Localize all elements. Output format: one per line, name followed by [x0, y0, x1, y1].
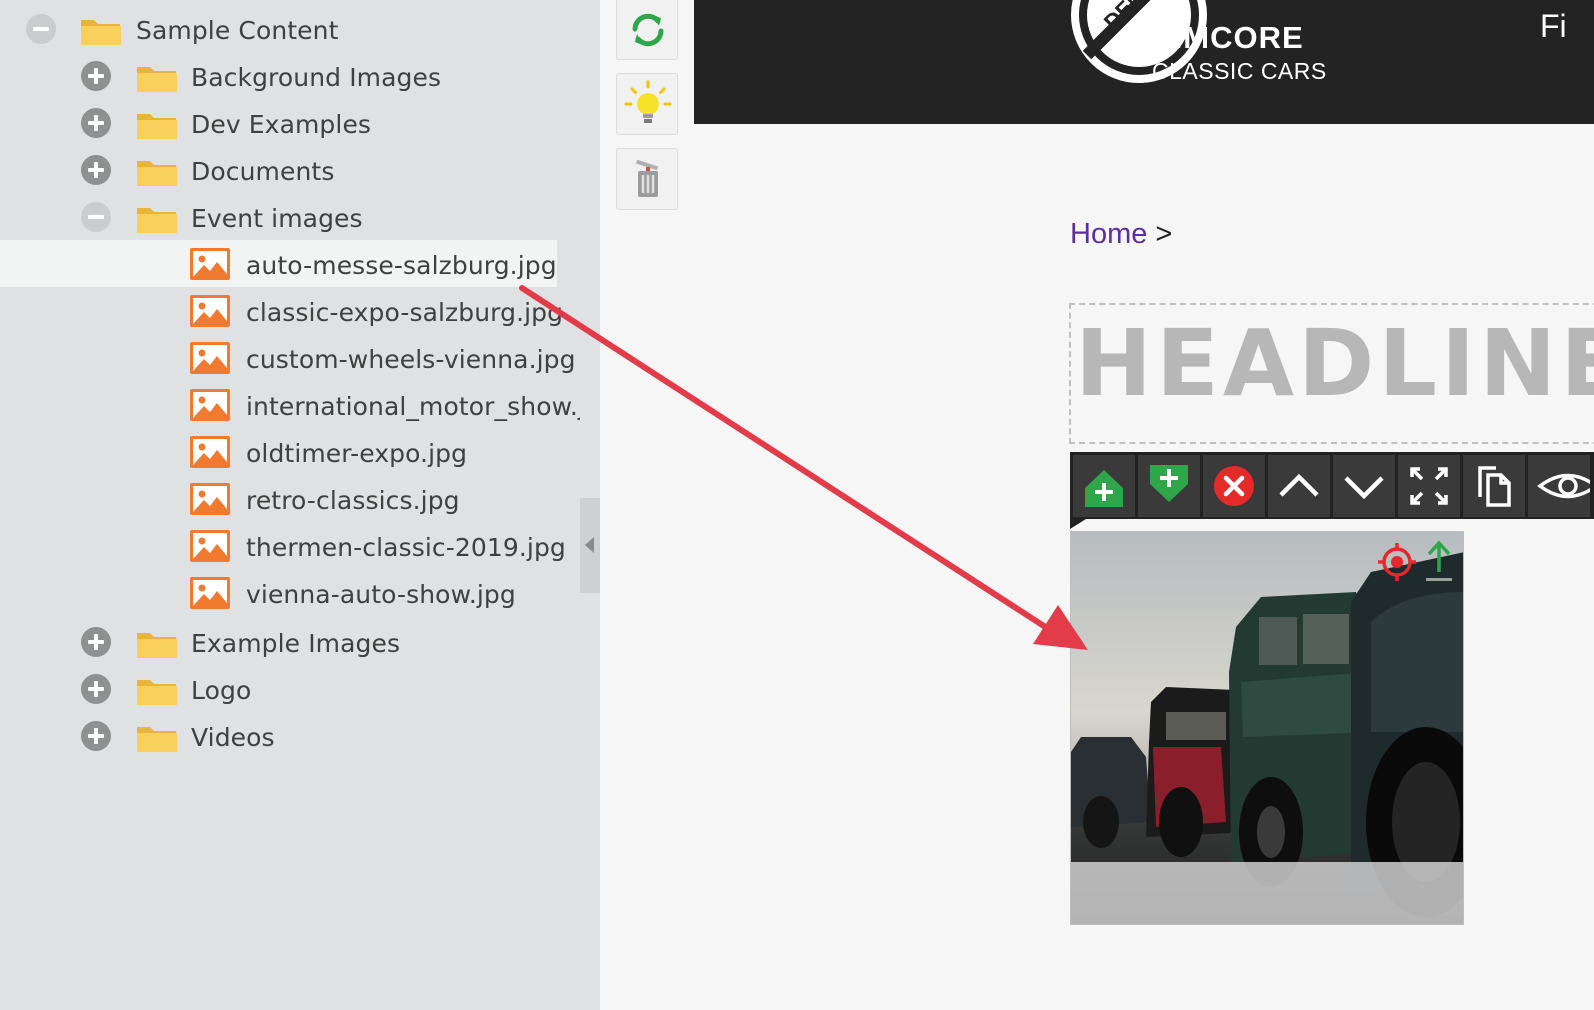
site-header: DEMO PIMCORE CLASSIC CARS Fi	[694, 0, 1594, 124]
tree-file-thermen-classic-2019[interactable]: thermen-classic-2019.jpg	[0, 522, 600, 569]
tree-node-label: custom-wheels-vienna.jpg	[246, 345, 576, 374]
trash-icon	[635, 159, 659, 197]
tree-node-event-images[interactable]: Event images	[0, 193, 600, 240]
header-nav-item[interactable]: Fi	[1540, 8, 1567, 45]
toolbar-notch	[1070, 519, 1086, 529]
tree-node-label: retro-classics.jpg	[246, 486, 460, 515]
tree-node-documents[interactable]: Documents	[0, 146, 600, 193]
image-file-icon	[190, 389, 230, 421]
folder-icon	[137, 208, 177, 233]
remove-block-button[interactable]	[1203, 455, 1265, 517]
tree-node-label: Documents	[191, 157, 335, 186]
tree-node-label: Logo	[191, 676, 252, 705]
tree-file-auto-messe-salzburg[interactable]: auto-messe-salzburg.jpg	[0, 240, 557, 287]
copy-icon	[1478, 466, 1511, 507]
copy-block-button[interactable]	[1463, 455, 1525, 517]
editor-tool-column	[600, 0, 694, 1010]
refresh-icon	[632, 13, 664, 47]
expand-plus-icon[interactable]	[81, 108, 111, 138]
move-up-icon	[1279, 473, 1319, 497]
folder-icon	[81, 20, 121, 45]
crosshair-target-icon	[1378, 543, 1416, 581]
fullscreen-icon	[1410, 467, 1448, 505]
add-block-before-button[interactable]	[1073, 455, 1135, 517]
tree-node-label: Videos	[191, 723, 275, 752]
image-file-icon	[190, 436, 230, 468]
tree-node-logo[interactable]: Logo	[0, 665, 600, 712]
delete-drop-zone-button[interactable]	[616, 148, 678, 210]
folder-icon	[137, 633, 177, 658]
image-file-icon	[190, 530, 230, 562]
tree-node-label: vienna-auto-show.jpg	[246, 580, 516, 609]
brand-tagline: CLASSIC CARS	[1152, 58, 1327, 84]
upload-arrow-icon	[1426, 540, 1452, 581]
collapse-minus-icon[interactable]	[81, 202, 111, 232]
lightbulb-icon	[624, 80, 672, 123]
hotspot-marker-button[interactable]	[1377, 542, 1417, 582]
expand-plus-icon[interactable]	[81, 61, 111, 91]
sidebar-collapse-handle[interactable]	[580, 498, 600, 593]
tree-node-label: international_motor_show.jp	[246, 392, 580, 421]
image-file-icon	[190, 483, 230, 515]
brand-name: PIMCORE	[1152, 20, 1304, 55]
tree-file-retro-classics[interactable]: retro-classics.jpg	[0, 475, 600, 522]
expand-plus-icon[interactable]	[81, 721, 111, 751]
areablock-toolbar	[1070, 452, 1594, 519]
fullscreen-button[interactable]	[1398, 455, 1460, 517]
folder-icon	[137, 67, 177, 92]
folder-icon	[137, 680, 177, 705]
tree-node-label: Background Images	[191, 63, 442, 92]
tree-node-label: Example Images	[191, 629, 401, 658]
folder-icon	[137, 161, 177, 186]
tree-node-background-images[interactable]: Background Images	[0, 52, 600, 99]
tree-node-label: classic-expo-salzburg.jpg	[246, 298, 564, 327]
tree-node-label: Sample Content	[136, 16, 339, 45]
preview-eye-icon	[1537, 473, 1594, 499]
image-file-icon	[190, 295, 230, 327]
upload-image-button[interactable]	[1421, 540, 1457, 584]
folder-icon	[137, 727, 177, 752]
tree-node-label: thermen-classic-2019.jpg	[246, 533, 566, 562]
tree-file-custom-wheels-vienna[interactable]: custom-wheels-vienna.jpg	[0, 334, 600, 381]
chevron-left-icon	[585, 537, 594, 553]
tree-node-label: oldtimer-expo.jpg	[246, 439, 468, 468]
add-block-before-icon	[1085, 470, 1123, 507]
tree-file-vienna-auto-show[interactable]: vienna-auto-show.jpg	[0, 569, 600, 616]
tree-file-classic-expo-salzburg[interactable]: classic-expo-salzburg.jpg	[0, 287, 600, 334]
expand-plus-icon[interactable]	[81, 674, 111, 704]
move-down-icon	[1344, 476, 1384, 500]
move-up-button[interactable]	[1268, 455, 1330, 517]
breadcrumb-home-link[interactable]: Home	[1070, 218, 1147, 250]
collapse-minus-icon[interactable]	[26, 14, 56, 44]
highlight-editables-button[interactable]	[616, 73, 678, 135]
tree-file-international-motor-show[interactable]: international_motor_show.jp	[0, 381, 600, 428]
tree-node-label: Dev Examples	[191, 110, 372, 139]
tree-node-videos[interactable]: Videos	[0, 712, 600, 759]
move-down-button[interactable]	[1333, 455, 1395, 517]
image-editable-dropzone[interactable]	[1070, 531, 1464, 925]
image-file-icon	[190, 248, 230, 280]
breadcrumb: Home >	[1070, 218, 1172, 251]
tree-node-label: Event images	[191, 204, 363, 233]
add-block-after-button[interactable]	[1138, 455, 1200, 517]
expand-plus-icon[interactable]	[81, 627, 111, 657]
folder-icon	[137, 114, 177, 139]
tree-node-dev-examples[interactable]: Dev Examples	[0, 99, 600, 146]
expand-plus-icon[interactable]	[81, 155, 111, 185]
tree-node-label: auto-messe-salzburg.jpg	[246, 251, 557, 280]
headline-placeholder: HEADLINE	[1075, 310, 1594, 417]
reload-button[interactable]	[616, 0, 678, 60]
tree-node-example-images[interactable]: Example Images	[0, 618, 600, 665]
headline-editable[interactable]: HEADLINE	[1069, 303, 1594, 444]
add-block-after-icon	[1150, 465, 1188, 502]
breadcrumb-separator: >	[1155, 218, 1173, 250]
asset-tree-sidebar: Sample Content Background Images Dev Exa…	[0, 0, 600, 1010]
preview-block-button[interactable]	[1528, 455, 1594, 517]
image-file-icon	[190, 342, 230, 374]
remove-block-icon	[1214, 466, 1254, 506]
image-file-icon	[190, 577, 230, 609]
tree-file-oldtimer-expo[interactable]: oldtimer-expo.jpg	[0, 428, 600, 475]
image-dropzone-overlay	[1071, 862, 1463, 924]
tree-node-sample-content[interactable]: Sample Content	[0, 5, 600, 52]
